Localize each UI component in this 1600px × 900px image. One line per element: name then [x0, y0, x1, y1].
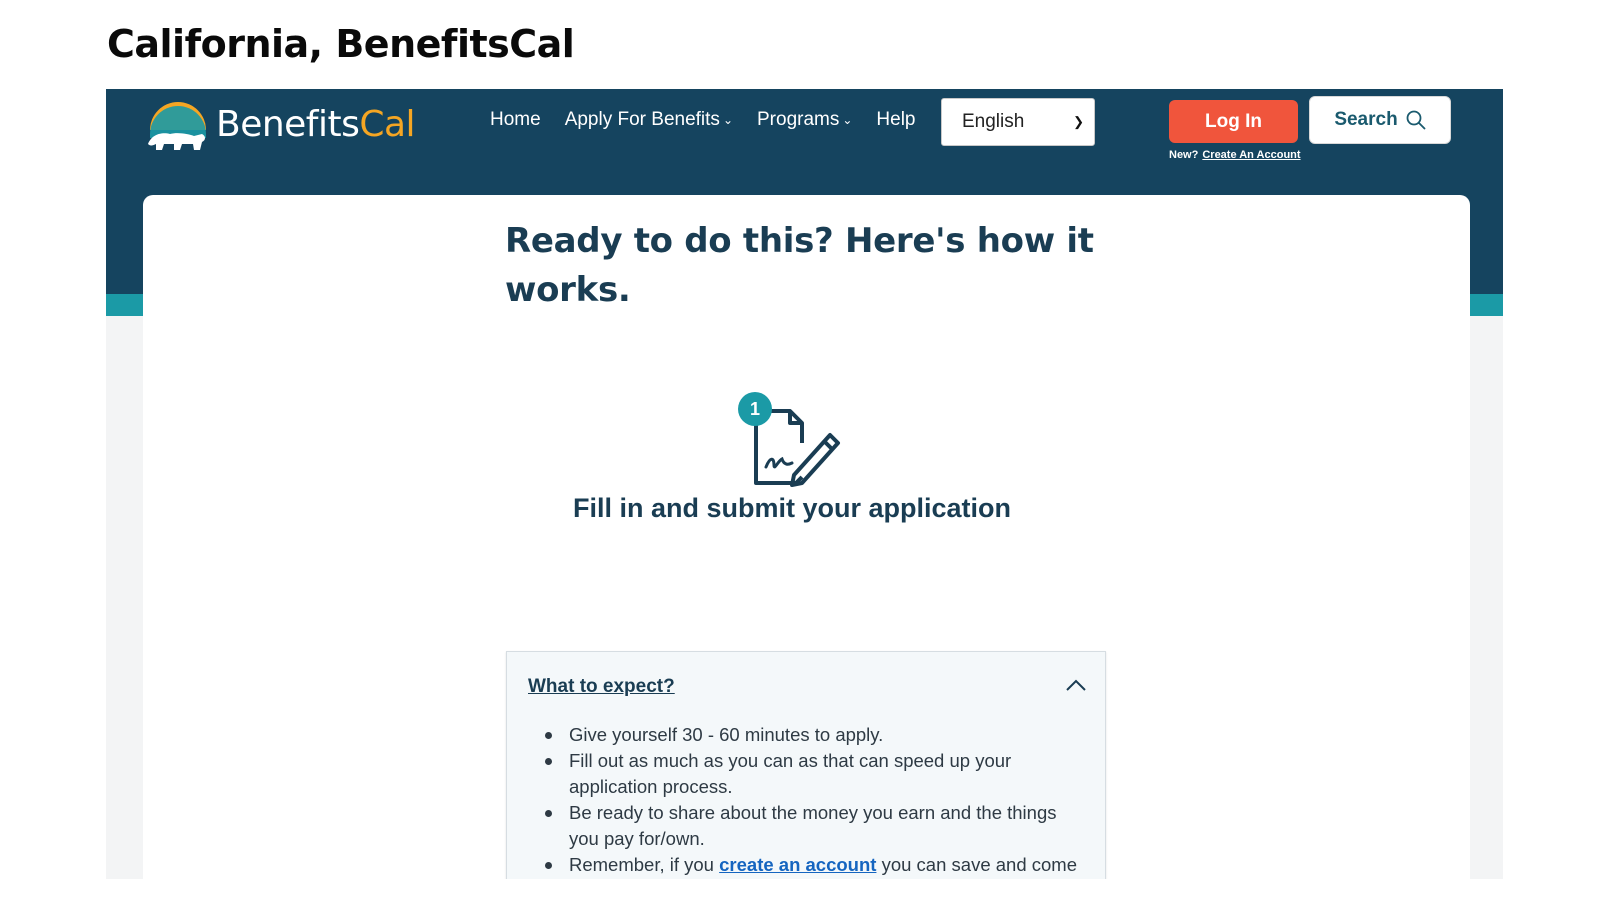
chevron-down-icon: ⌄ — [842, 113, 853, 127]
list-item: Remember, if you create an account you c… — [545, 852, 1085, 879]
nav-home-label: Home — [490, 109, 541, 130]
content-card: Ready to do this? Here's how it works. 1… — [143, 195, 1470, 879]
login-label: Log In — [1205, 110, 1262, 132]
step-number-badge: 1 — [738, 392, 772, 426]
slide-title: California, BenefitsCal — [107, 22, 575, 66]
nav-help[interactable]: Help — [876, 109, 915, 131]
nav-home[interactable]: Home — [490, 109, 541, 131]
chevron-down-icon: ❯ — [1073, 114, 1084, 129]
list-item-text: Fill out as much as you can as that can … — [569, 750, 1012, 797]
language-select[interactable]: English ❯ — [941, 98, 1095, 146]
chevron-down-icon: ⌄ — [722, 113, 733, 127]
nav-programs[interactable]: Programs ⌄ — [757, 109, 852, 131]
create-account-link[interactable]: Create An Account — [1202, 149, 1300, 161]
logo-wordmark: BenefitsCal — [216, 103, 416, 145]
page-headline: Ready to do this? Here's how it works. — [505, 221, 1094, 310]
search-icon — [1406, 110, 1426, 130]
list-item-text: Give yourself 30 - 60 minutes to apply. — [569, 724, 884, 745]
what-to-expect-accordion: What to expect? Give yourself 30 - 60 mi… — [506, 651, 1106, 879]
logo-word-main: Benefits — [216, 103, 360, 145]
list-item: Fill out as much as you can as that can … — [545, 748, 1085, 800]
nav-help-label: Help — [876, 109, 916, 130]
logo-word-accent: Cal — [359, 103, 416, 145]
list-item-text: Be ready to share about the money you ea… — [569, 802, 1057, 849]
search-label: Search — [1334, 109, 1398, 130]
site-logo[interactable]: BenefitsCal — [144, 89, 416, 159]
create-account-line: New? Create An Account — [1169, 149, 1301, 161]
main-nav: Home Apply For Benefits ⌄ Programs ⌄ Help — [490, 109, 940, 131]
search-button[interactable]: Search — [1309, 96, 1451, 144]
bear-sun-logo-icon — [148, 102, 206, 150]
create-account-inline-link[interactable]: create an account — [719, 854, 876, 875]
nav-apply-for-benefits[interactable]: Apply For Benefits ⌄ — [565, 109, 733, 131]
benefitscal-screenshot: BenefitsCal Home Apply For Benefits ⌄ Pro… — [106, 89, 1503, 879]
list-item: Be ready to share about the money you ea… — [545, 800, 1085, 852]
list-item: Give yourself 30 - 60 minutes to apply. — [545, 722, 1085, 748]
list-item-text: Remember, if you — [569, 854, 720, 875]
login-button[interactable]: Log In — [1169, 100, 1298, 143]
step-title: Fill in and submit your application — [143, 493, 1470, 524]
nav-apply-label: Apply For Benefits — [564, 109, 720, 130]
new-label: New? — [1169, 149, 1199, 161]
accordion-toggle[interactable]: What to expect? — [528, 676, 675, 698]
expect-list: Give yourself 30 - 60 minutes to apply. … — [545, 722, 1085, 879]
chevron-up-icon[interactable] — [1065, 678, 1087, 692]
step-title-text: Fill in and submit your application — [572, 493, 1012, 523]
nav-programs-label: Programs — [757, 109, 840, 130]
language-selected: English — [962, 111, 1025, 132]
